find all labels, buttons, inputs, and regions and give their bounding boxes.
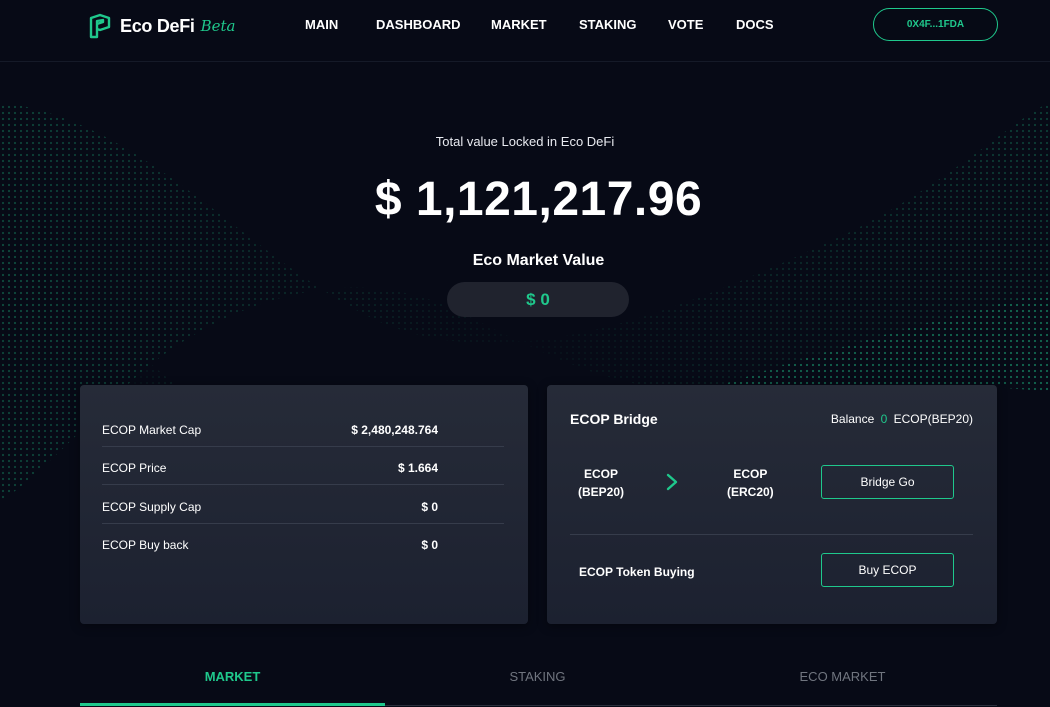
tvl-value: $ 1,121,217.96	[374, 173, 703, 226]
stat-value: $ 1.664	[397, 461, 438, 475]
stat-label: ECOP Price	[102, 461, 167, 475]
beta-badge: Beta	[200, 17, 236, 35]
to-token: ECOP (ERC20)	[727, 465, 774, 501]
stat-value: $ 2,480,248.764	[351, 423, 438, 437]
nav-item-staking[interactable]: STAKING	[579, 17, 637, 32]
balance-label: Balance	[830, 412, 875, 426]
nav-item-market[interactable]: MARKET	[491, 17, 547, 32]
nav-item-main[interactable]: MAIN	[305, 17, 338, 32]
stat-row-price: ECOP Price $ 1.664	[102, 447, 504, 485]
bridge-divider	[570, 534, 973, 535]
market-tabs: MARKET STAKING ECO MARKET	[80, 655, 997, 707]
market-value-label: Eco Market Value	[472, 252, 605, 269]
tab-staking[interactable]: STAKING	[385, 655, 690, 707]
nav-item-dashboard[interactable]: DASHBOARD	[376, 17, 461, 32]
from-token-network: (BEP20)	[578, 485, 625, 499]
bridge-balance: Balance 0 ECOP(BEP20)	[831, 412, 973, 426]
stat-row-buy-back: ECOP Buy back $ 0	[102, 524, 504, 562]
chevron-right-icon	[666, 473, 678, 491]
tab-eco-market[interactable]: ECO MARKET	[690, 655, 995, 707]
wallet-address-button[interactable]: 0X4F...1FDA	[873, 8, 998, 41]
stat-value: $ 0	[421, 538, 438, 552]
from-token-name: ECOP	[584, 467, 619, 481]
active-tab-underline	[80, 703, 385, 706]
bridge-title: ECOP Bridge	[570, 411, 658, 427]
ecop-stats-card: ECOP Market Cap $ 2,480,248.764 ECOP Pri…	[80, 385, 528, 624]
stat-label: ECOP Buy back	[102, 538, 189, 552]
eco-defi-logo-icon	[89, 13, 111, 39]
market-value-pill: $ 0	[447, 282, 629, 317]
tab-market[interactable]: MARKET	[80, 655, 385, 707]
nav-item-vote[interactable]: VOTE	[668, 17, 703, 32]
brand-logo[interactable]: Eco DeFi Beta	[88, 12, 236, 40]
ecop-bridge-card: ECOP Bridge Balance 0 ECOP(BEP20) ECOP (…	[547, 385, 997, 624]
balance-amount: 0	[880, 412, 888, 426]
stat-label: ECOP Supply Cap	[102, 500, 202, 514]
to-token-name: ECOP	[733, 467, 768, 481]
market-value: $ 0	[526, 289, 550, 309]
buy-ecop-button[interactable]: Buy ECOP	[821, 553, 954, 587]
stat-row-supply-cap: ECOP Supply Cap $ 0	[102, 486, 504, 524]
stat-row-market-cap: ECOP Market Cap $ 2,480,248.764	[102, 409, 504, 447]
bridge-go-button[interactable]: Bridge Go	[821, 465, 954, 499]
balance-unit: ECOP(BEP20)	[893, 412, 973, 426]
nav-item-docs[interactable]: DOCS	[736, 17, 774, 32]
stat-value: $ 0	[421, 500, 438, 514]
brand-name: Eco DeFi	[120, 15, 195, 36]
tvl-label: Total value Locked in Eco DeFi	[435, 134, 615, 149]
top-header: Eco DeFi Beta MAIN DASHBOARD MARKET STAK…	[0, 0, 1050, 62]
token-buying-label: ECOP Token Buying	[579, 565, 695, 579]
from-token: ECOP (BEP20)	[578, 465, 624, 501]
stat-label: ECOP Market Cap	[102, 423, 202, 437]
to-token-network: (ERC20)	[727, 485, 774, 499]
